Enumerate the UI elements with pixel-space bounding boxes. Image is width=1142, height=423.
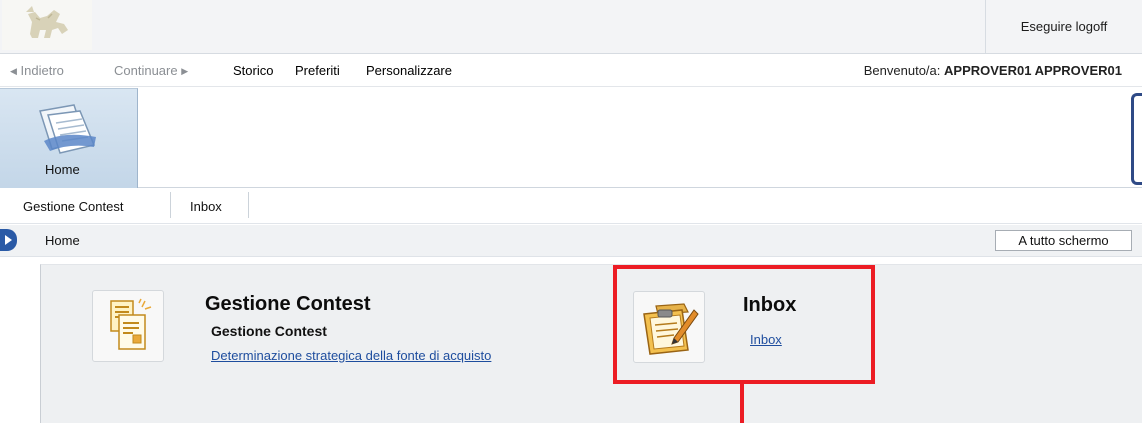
link-determinazione-strategica[interactable]: Determinazione strategica della fonte di…	[211, 348, 491, 363]
top-header: Eseguire logoff	[0, 0, 1142, 54]
highlight-pointer-line	[740, 384, 744, 423]
breadcrumb: Home	[45, 233, 80, 248]
favorites-link[interactable]: Preferiti	[295, 63, 340, 78]
back-label: Indietro	[20, 63, 64, 78]
personalize-link[interactable]: Personalizzare	[366, 63, 452, 78]
chevron-left-icon: ◀	[10, 66, 17, 76]
launchpad-scroll-right[interactable]	[1131, 93, 1142, 185]
forward-button[interactable]: Continuare ▶	[114, 63, 188, 78]
forward-label: Continuare	[114, 63, 178, 78]
highlight-box	[613, 265, 875, 384]
history-link[interactable]: Storico	[233, 63, 273, 78]
eni-logo	[2, 0, 92, 50]
back-button[interactable]: ◀ Indietro	[10, 63, 64, 78]
fullscreen-button[interactable]: A tutto schermo	[995, 230, 1132, 251]
subnav-item-inbox[interactable]: Inbox	[190, 199, 222, 214]
workset-content	[40, 264, 1142, 423]
subnav-divider	[170, 192, 171, 218]
document-icon	[110, 298, 152, 350]
gestione-contest-tile-icon[interactable]	[92, 290, 164, 362]
user-name: APPROVER01 APPROVER01	[944, 63, 1122, 78]
chevron-right-icon: ▶	[181, 66, 189, 76]
tile-subtitle-gestione-contest: Gestione Contest	[211, 323, 327, 339]
subnav-item-gestione-contest[interactable]: Gestione Contest	[23, 199, 123, 214]
subnav-divider	[248, 192, 249, 218]
navigation-bar: ◀ Indietro Continuare ▶ Storico Preferit…	[0, 55, 1142, 87]
breadcrumb-bar: Home A tutto schermo	[0, 225, 1142, 257]
welcome-prefix: Benvenuto/a:	[863, 63, 941, 78]
launchpad-bar: Home	[0, 88, 1142, 188]
logoff-button[interactable]: Eseguire logoff	[985, 0, 1142, 53]
home-tab[interactable]: Home	[0, 88, 138, 188]
home-documents-icon	[34, 101, 104, 162]
expand-panel-icon[interactable]	[0, 229, 17, 251]
home-tab-label: Home	[45, 162, 80, 177]
tile-title-gestione-contest: Gestione Contest	[205, 293, 371, 315]
welcome-text: Benvenuto/a: APPROVER01 APPROVER01	[864, 63, 1122, 78]
secondary-navigation: Gestione Contest Inbox	[0, 189, 1142, 224]
